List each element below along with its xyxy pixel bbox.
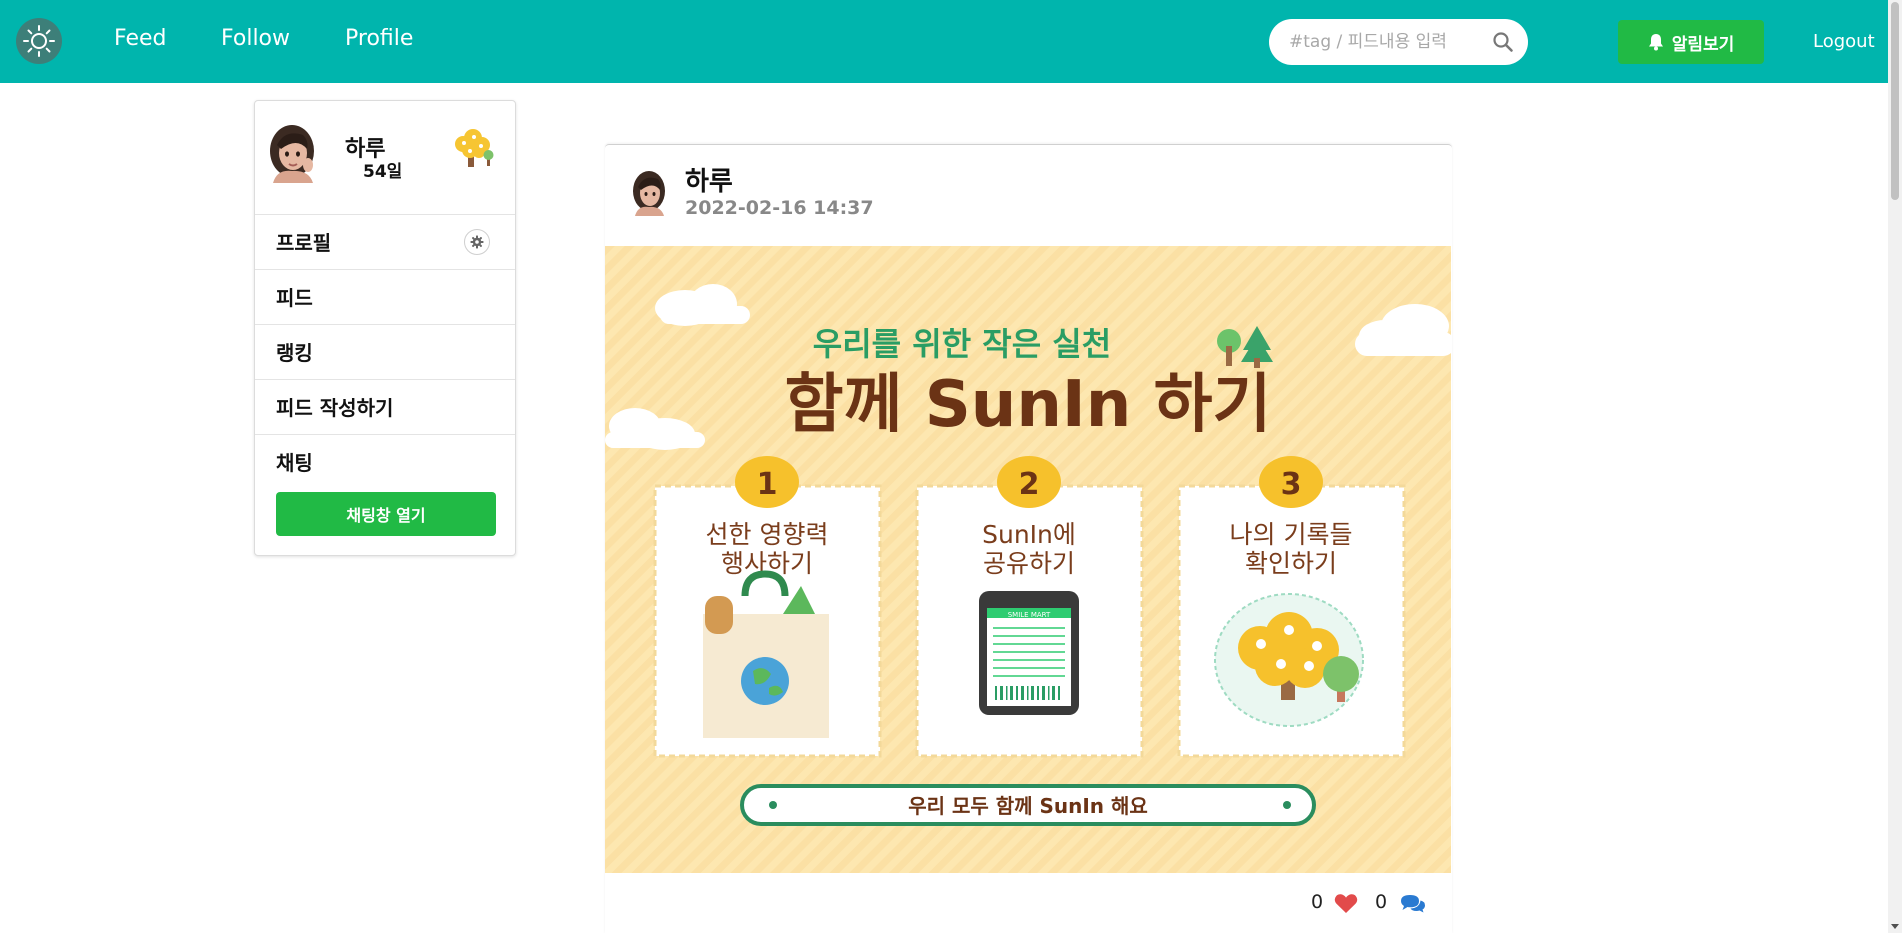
search-box bbox=[1269, 19, 1528, 65]
sidebar-item-label: 피드 작성하기 bbox=[276, 396, 394, 420]
search-input[interactable] bbox=[1289, 32, 1489, 52]
page: Feed Follow Profile 알림보기 Logout bbox=[0, 0, 1902, 933]
open-chat-button[interactable]: 채팅창 열기 bbox=[276, 492, 496, 536]
sidebar-item-feed[interactable]: 피드 bbox=[255, 270, 515, 325]
step-text-line2: 공유하기 bbox=[983, 549, 1075, 578]
step-card-3: 3 나의 기록들 확인하기 bbox=[1177, 456, 1406, 758]
nav-follow-link[interactable]: Follow bbox=[221, 26, 290, 51]
sidebar-item-label: 프로필 bbox=[276, 231, 332, 255]
sidebar-item-label: 랭킹 bbox=[276, 341, 313, 365]
sidebar-user-days: 54일 bbox=[363, 162, 403, 182]
logo[interactable] bbox=[16, 18, 62, 64]
sunin-campaign-poster: 우리를 위한 작은 실천 함께 SunIn 하기 1 선한 영향력 행사하기 2… bbox=[605, 246, 1451, 873]
banner-text: 우리 모두 함께 SunIn 해요 bbox=[908, 794, 1148, 818]
step-number: 3 bbox=[1281, 467, 1302, 502]
scroll-down-arrow-icon[interactable] bbox=[1890, 923, 1900, 931]
sidebar-item-chat: 채팅 채팅창 열기 bbox=[255, 435, 515, 536]
poster-subtitle: 우리를 위한 작은 실천 bbox=[813, 325, 1111, 363]
logout-link[interactable]: Logout bbox=[1813, 31, 1875, 52]
poster-title: 함께 SunIn 하기 bbox=[785, 368, 1272, 442]
feed-post: 하루 2022-02-16 14:37 우리를 위한 작은 실천 함께 SunI… bbox=[605, 144, 1452, 933]
user-avatar[interactable] bbox=[263, 123, 321, 183]
poster-bottom-banner: 우리 모두 함께 SunIn 해요 bbox=[740, 784, 1316, 826]
post-author-avatar[interactable] bbox=[628, 170, 670, 216]
post-image[interactable]: 우리를 위한 작은 실천 함께 SunIn 하기 1 선한 영향력 행사하기 2… bbox=[605, 246, 1451, 873]
bell-icon bbox=[1648, 34, 1663, 51]
page-scrollbar[interactable] bbox=[1888, 0, 1902, 933]
sidebar-item-label: 채팅 bbox=[276, 451, 313, 475]
post-author-name[interactable]: 하루 bbox=[685, 161, 733, 198]
sidebar: 하루 54일 프로필 피드 랭킹 피드 작성하기 채팅 채팅창 열기 bbox=[254, 100, 516, 556]
step-text-line2: 확인하기 bbox=[1245, 549, 1337, 578]
post-date: 2022-02-16 14:37 bbox=[685, 197, 874, 219]
sidebar-item-write-feed[interactable]: 피드 작성하기 bbox=[255, 380, 515, 435]
comments-icon[interactable] bbox=[1400, 893, 1426, 914]
phone-receipt-icon: SMILE MART bbox=[979, 591, 1079, 715]
tree-level-icon bbox=[443, 119, 503, 179]
search-icon[interactable] bbox=[1492, 31, 1514, 53]
profile-settings-button[interactable] bbox=[464, 229, 490, 255]
alarm-button[interactable]: 알림보기 bbox=[1618, 20, 1764, 64]
nav-profile-link[interactable]: Profile bbox=[345, 26, 413, 51]
step-text-line1: 선한 영향력 bbox=[706, 520, 829, 549]
sidebar-profile-card: 하루 54일 bbox=[255, 101, 515, 215]
step-card-1: 1 선한 영향력 행사하기 bbox=[653, 456, 882, 758]
flower-tree-icon bbox=[1214, 593, 1364, 727]
scrollbar-thumb[interactable] bbox=[1891, 2, 1899, 200]
step-card-2: 2 SunIn에 공유하기 SMILE MART bbox=[915, 456, 1144, 758]
top-navbar: Feed Follow Profile 알림보기 Logout bbox=[0, 0, 1888, 83]
gear-icon bbox=[470, 235, 484, 249]
sidebar-item-profile[interactable]: 프로필 bbox=[255, 215, 515, 270]
step-number: 2 bbox=[1019, 467, 1040, 502]
sidebar-item-label: 피드 bbox=[276, 286, 313, 310]
step-text-line1: SunIn에 bbox=[982, 520, 1076, 549]
comment-count: 0 bbox=[1375, 891, 1388, 913]
sun-logo-icon bbox=[23, 25, 55, 57]
step-text-line1: 나의 기록들 bbox=[1230, 520, 1353, 549]
step-number: 1 bbox=[757, 467, 778, 502]
like-count: 0 bbox=[1311, 891, 1324, 913]
sidebar-item-ranking[interactable]: 랭킹 bbox=[255, 325, 515, 380]
heart-icon[interactable] bbox=[1334, 893, 1358, 914]
nav-feed-link[interactable]: Feed bbox=[114, 26, 167, 51]
receipt-header: SMILE MART bbox=[1008, 611, 1051, 619]
alarm-button-label: 알림보기 bbox=[1671, 34, 1735, 54]
